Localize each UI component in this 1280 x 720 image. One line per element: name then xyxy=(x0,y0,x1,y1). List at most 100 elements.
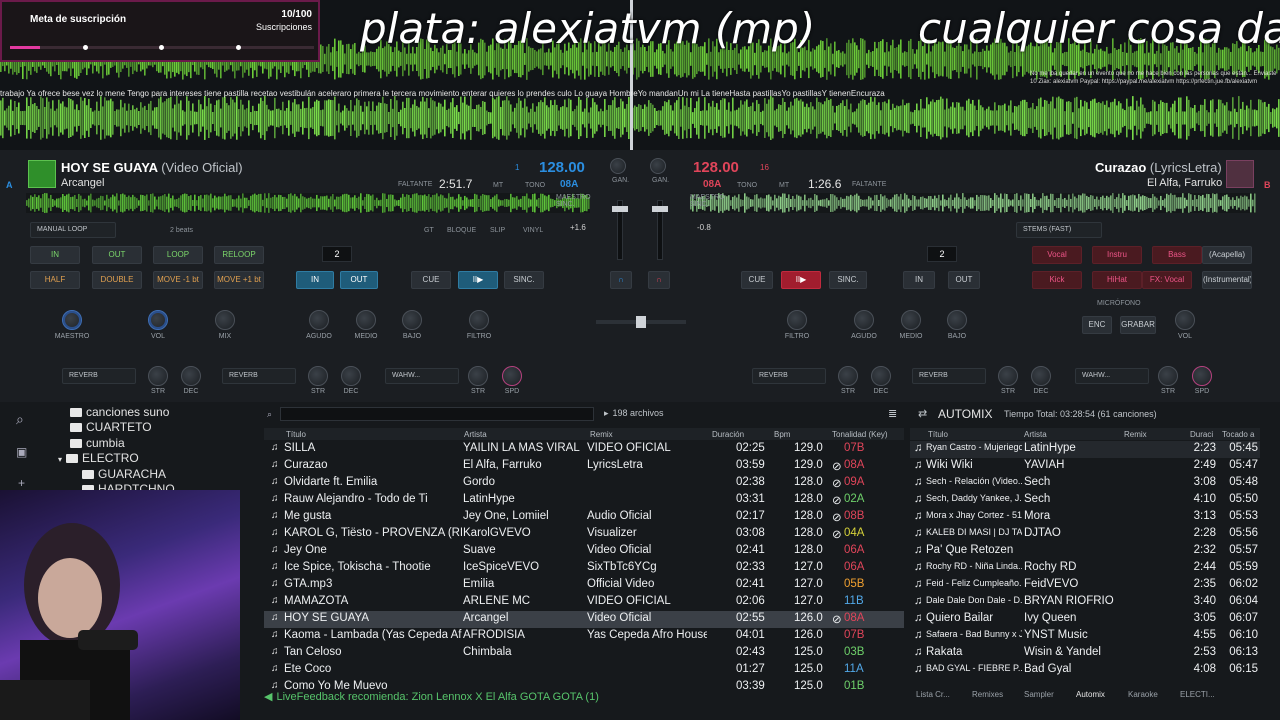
sideview-tab[interactable]: Remixes xyxy=(972,690,1003,699)
search-input[interactable] xyxy=(280,407,594,421)
table-row[interactable]: ♫ Olvidarte ft. Emilia Gordo 02:38 128.0 ⊘ 09A xyxy=(264,475,904,492)
fx1-select-b[interactable]: REVERB xyxy=(752,368,826,384)
table-row[interactable]: ♫ Curazao El Alfa, Farruko LyricsLetra 03:59… xyxy=(264,458,904,475)
livefeedback-status[interactable]: ◀ LiveFeedback recomienda: Zion Lennox X … xyxy=(264,690,904,706)
deck-a-slip[interactable]: SLIP xyxy=(490,227,505,234)
automix-row[interactable]: ♫ Sech, Daddy Yankee, J... Sech 4:10 05:50 xyxy=(910,492,1260,509)
automix-row[interactable]: ♫ Dale Dale Don Dale - D... BRYAN RIOFRIO 3… xyxy=(910,594,1260,611)
automix-row[interactable]: ♫ Quiero Bailar Ivy Queen 3:05 06:07 xyxy=(910,611,1260,628)
fx3-select-a[interactable]: WAHW... xyxy=(385,368,459,384)
deck-b-filter-knob[interactable] xyxy=(787,310,807,330)
col-key[interactable]: Tonalidad (Key) xyxy=(832,430,888,439)
col-bpm[interactable]: Bpm xyxy=(774,430,790,439)
deck-b-play-button[interactable]: II▶ xyxy=(781,271,821,289)
deck-a-play-button[interactable]: II▶ xyxy=(458,271,498,289)
master-volume-knob[interactable] xyxy=(62,310,82,330)
table-row[interactable]: ♫ Rauw Alejandro - Todo de Ti LatinHype 03:… xyxy=(264,492,904,509)
folder-item[interactable]: cumbia xyxy=(70,436,125,450)
fx3-spd-knob-b[interactable] xyxy=(1192,366,1212,386)
pad-in[interactable]: IN xyxy=(30,246,80,264)
fx1-dec-knob-b[interactable] xyxy=(871,366,891,386)
mix-knob[interactable] xyxy=(215,310,235,330)
gain-knob-a[interactable] xyxy=(610,158,626,174)
pad-half[interactable]: HALF xyxy=(30,271,80,289)
deck-b-loop-length[interactable]: 2 xyxy=(927,246,957,262)
automix-row[interactable]: ♫ Pa' Que Retozen 2:32 05:57 xyxy=(910,543,1260,560)
automix-col-title[interactable]: Título xyxy=(928,430,948,439)
automix-row[interactable]: ♫ Rakata Wisin & Yandel 2:53 06:13 xyxy=(910,645,1260,662)
table-row[interactable]: ♫ Jey One Suave Video Oficial 02:41 128.0 06A xyxy=(264,543,904,560)
volume-knob[interactable] xyxy=(148,310,168,330)
deck-b-treble-knob[interactable] xyxy=(854,310,874,330)
table-row[interactable]: ♫ Kaoma - Lambada (Yas Cepeda Afro House … xyxy=(264,628,904,645)
deck-a-mid-knob[interactable] xyxy=(356,310,376,330)
table-row[interactable]: ♫ SILLA YAILIN LA MAS VIRAL VIDEO OFICIAL 02… xyxy=(264,441,904,458)
stem-acapella[interactable]: (Acapella) xyxy=(1202,246,1252,264)
sideview-tab[interactable]: Sampler xyxy=(1024,690,1054,699)
automix-row[interactable]: ♫ KALEB DI MASI | DJ TA... DJTAO 2:28 05:56 xyxy=(910,526,1260,543)
deck-b-cue-button[interactable]: CUE xyxy=(741,271,773,289)
fx3-str-knob-a[interactable] xyxy=(468,366,488,386)
automix-row[interactable]: ♫ Wiki Wiki YAVIAH 2:49 05:47 xyxy=(910,458,1260,475)
table-row[interactable]: ♫ Ice Spice, Tokischa - Thootie IceSpiceVE… xyxy=(264,560,904,577)
sideview-tab[interactable]: Lista Cr... xyxy=(916,690,950,699)
deck-b-mid-knob[interactable] xyxy=(901,310,921,330)
folder-item[interactable]: HARDTCHNO xyxy=(82,482,175,490)
fx2-select-b[interactable]: REVERB xyxy=(912,368,986,384)
pad-move-back[interactable]: MOVE -1 bt xyxy=(153,271,203,289)
deck-a-filter-knob[interactable] xyxy=(469,310,489,330)
table-row[interactable]: ♫ GTA.mp3 Emilia Official Video 02:41 127.0 05… xyxy=(264,577,904,594)
fx3-str-knob-b[interactable] xyxy=(1158,366,1178,386)
deck-b-bass-knob[interactable] xyxy=(947,310,967,330)
table-row[interactable]: ♫ KAROL G, Tiësto - PROVENZA (REMIX) (Vis… xyxy=(264,526,904,543)
deck-a-bloque[interactable]: BLOQUE xyxy=(447,227,476,234)
volume-fader-b-handle[interactable] xyxy=(652,206,668,212)
fx1-select-a[interactable]: REVERB xyxy=(62,368,136,384)
col-artist[interactable]: Artista xyxy=(464,430,487,439)
loop-length-value[interactable]: 2 xyxy=(322,246,352,262)
stem-hihat[interactable]: HiHat xyxy=(1092,271,1142,289)
folder-item[interactable]: GUARACHA xyxy=(82,467,166,481)
headphone-a-button[interactable]: ∩ xyxy=(610,271,632,289)
folder-item[interactable]: canciones suno xyxy=(70,405,169,419)
pad-reloop[interactable]: RELOOP xyxy=(214,246,264,264)
automix-row[interactable]: ♫ Feid - Feliz Cumpleaño... FeidVEVO 2:35 06… xyxy=(910,577,1260,594)
automix-row[interactable]: ♫ Safaera - Bad Bunny x J... YNST Music 4:5… xyxy=(910,628,1260,645)
headphone-b-button[interactable]: ∩ xyxy=(648,271,670,289)
table-row[interactable]: ♫ MAMAZOTA ARLENE MC VIDEO OFICIAL 02:06 127.… xyxy=(264,594,904,611)
fx2-dec-knob-a[interactable] xyxy=(341,366,361,386)
stem-kick[interactable]: Kick xyxy=(1032,271,1082,289)
stem-fx-vocal[interactable]: FX: Vocal xyxy=(1142,271,1192,289)
stem-instrumental[interactable]: (Instrumental) xyxy=(1202,271,1252,289)
fx3-select-b[interactable]: WAHW... xyxy=(1075,368,1149,384)
col-remix[interactable]: Remix xyxy=(590,430,613,439)
fx2-str-knob-b[interactable] xyxy=(998,366,1018,386)
automix-col-duration[interactable]: Duraci xyxy=(1190,430,1213,439)
deck-a-treble-knob[interactable] xyxy=(309,310,329,330)
volume-fader-a-handle[interactable] xyxy=(612,206,628,212)
deck-a-in-button[interactable]: IN xyxy=(296,271,334,289)
col-duration[interactable]: Duración xyxy=(712,430,744,439)
deck-b-out-button[interactable]: OUT xyxy=(948,271,980,289)
stem-instru[interactable]: Instru xyxy=(1092,246,1142,264)
mic-volume-knob[interactable] xyxy=(1175,310,1195,330)
sideview-tab[interactable]: Automix xyxy=(1076,690,1105,699)
deck-a-bass-knob[interactable] xyxy=(402,310,422,330)
automix-row[interactable]: ♫ Sech - Relación (Video... Sech 3:08 05:48 xyxy=(910,475,1260,492)
deck-a-waveform[interactable] xyxy=(26,193,590,213)
fx3-spd-knob-a[interactable] xyxy=(502,366,522,386)
stems-mode-select[interactable]: STEMS (FAST) xyxy=(1016,222,1102,238)
list-view-icon[interactable]: ≣ xyxy=(888,407,897,420)
loop-mode-select[interactable]: MANUAL LOOP xyxy=(30,222,116,238)
automix-col-remix[interactable]: Remix xyxy=(1124,430,1147,439)
fx2-dec-knob-b[interactable] xyxy=(1031,366,1051,386)
table-row[interactable]: ♫ Tan Celoso Chimbala 02:43 125.0 03B xyxy=(264,645,904,662)
pad-move-forward[interactable]: MOVE +1 bt xyxy=(214,271,264,289)
fx1-str-knob-b[interactable] xyxy=(838,366,858,386)
deck-a-cue-button[interactable]: CUE xyxy=(411,271,451,289)
fx1-dec-knob-a[interactable] xyxy=(181,366,201,386)
automix-col-time[interactable]: Tocado a xyxy=(1222,430,1254,439)
deck-a-out-button[interactable]: OUT xyxy=(340,271,378,289)
automix-col-artist[interactable]: Artista xyxy=(1024,430,1047,439)
folder-item-expanded[interactable]: ▾ ELECTRO xyxy=(58,451,139,465)
